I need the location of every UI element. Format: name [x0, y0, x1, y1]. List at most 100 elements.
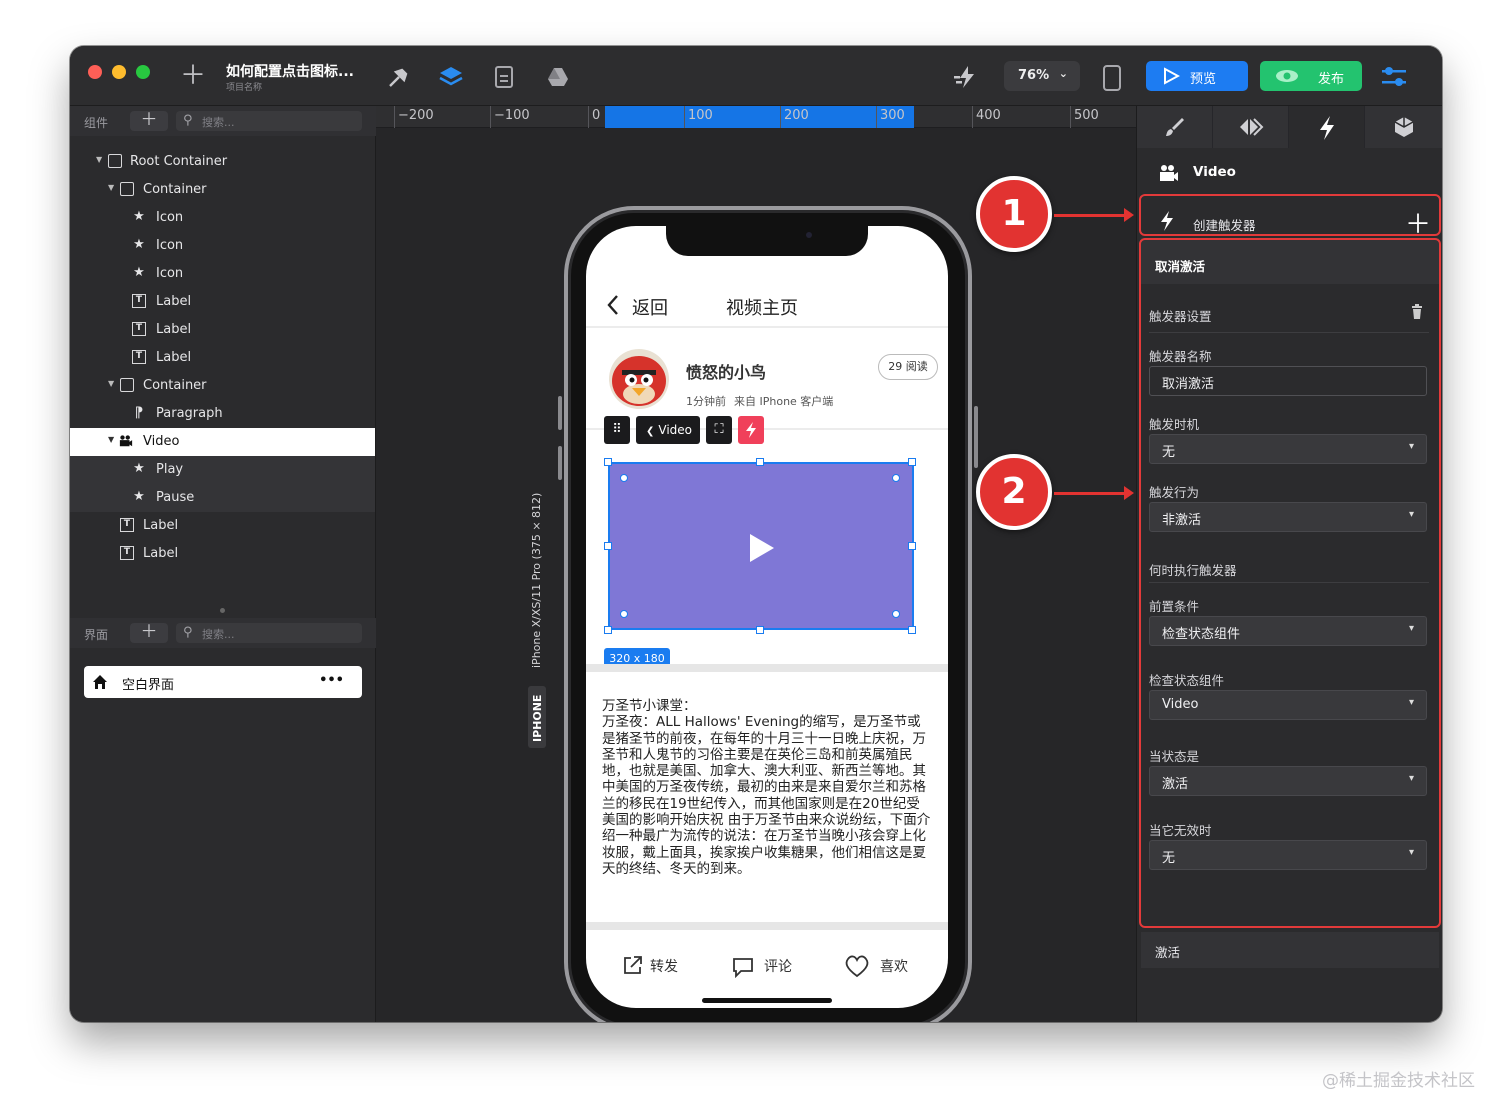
radius-handle[interactable] — [620, 474, 628, 482]
minimize-window-button[interactable] — [112, 65, 126, 79]
resize-handle[interactable] — [604, 626, 612, 634]
preview-button[interactable]: 预览 — [1146, 61, 1248, 91]
add-component-button[interactable]: ＋ — [130, 111, 168, 131]
resize-handle[interactable] — [908, 626, 916, 634]
device-badge-label: IPHONE — [531, 694, 544, 742]
like-button[interactable]: 喜欢 — [880, 956, 908, 976]
radius-handle[interactable] — [892, 474, 900, 482]
layers-icon[interactable] — [438, 64, 464, 90]
comment-button[interactable]: 评论 — [764, 956, 792, 976]
star-icon: ★ — [133, 265, 145, 280]
paragraph-icon: ⁋ — [134, 405, 144, 421]
heart-icon[interactable] — [844, 954, 870, 978]
comment-icon[interactable] — [732, 956, 754, 978]
chevron-left-icon: ❮ — [646, 426, 655, 437]
resize-handle[interactable] — [908, 542, 916, 550]
trigger-activate-header[interactable] — [1141, 932, 1439, 968]
resize-handle[interactable] — [220, 608, 225, 613]
text-box-icon: T — [120, 518, 134, 532]
fullscreen-icon[interactable]: ⛶ — [706, 416, 732, 444]
tab-interaction[interactable] — [1213, 106, 1289, 148]
zoom-value: 76% — [1018, 68, 1050, 83]
tab-style[interactable] — [1137, 106, 1213, 148]
annotation-box-1 — [1139, 194, 1441, 236]
components-label: 组件 — [84, 116, 109, 130]
more-icon[interactable]: ••• — [319, 673, 344, 688]
avatar[interactable] — [608, 348, 670, 410]
tree-item-label[interactable]: T Label — [70, 540, 375, 560]
brush-icon — [1165, 118, 1184, 136]
component-search-input[interactable]: ⚲ 搜索... — [176, 111, 362, 131]
zoom-select[interactable]: 76% ⌄ — [1004, 61, 1080, 91]
device-icon[interactable] — [1102, 64, 1122, 92]
page-search-input[interactable]: ⚲ 搜索... — [176, 623, 362, 643]
resize-handle[interactable] — [604, 542, 612, 550]
eye-icon — [1276, 70, 1298, 82]
video-camera-icon — [1160, 165, 1178, 181]
trigger-button[interactable] — [738, 416, 764, 444]
annotation-arrow-2 — [1054, 492, 1124, 495]
post-source: 来自 IPhone 客户端 — [734, 395, 834, 408]
home-icon — [93, 675, 107, 689]
annotation-arrowhead-2 — [1124, 486, 1134, 500]
radius-handle[interactable] — [892, 610, 900, 618]
drive-icon[interactable] — [546, 65, 570, 89]
add-icon[interactable]: ＋ — [180, 63, 206, 89]
video-component[interactable] — [608, 462, 914, 630]
document-icon[interactable] — [494, 65, 516, 89]
tree-item-icon[interactable]: ★ Icon — [70, 260, 375, 288]
chevron-left-icon[interactable] — [606, 294, 620, 316]
page-title: 视频主页 — [726, 298, 798, 319]
text-box-icon: T — [132, 322, 146, 336]
tree-item-icon[interactable]: ★ Icon — [70, 232, 375, 260]
sliders-icon[interactable] — [1380, 64, 1408, 90]
tab-triggers[interactable] — [1289, 106, 1365, 148]
zoom-window-button[interactable] — [136, 65, 150, 79]
tree-item-label[interactable]: T Label — [70, 512, 375, 540]
components-header: 组件 ＋ ⚲ 搜索... — [70, 106, 376, 136]
drag-handle-icon[interactable]: ⠿ — [604, 416, 630, 444]
star-icon: ★ — [133, 209, 145, 224]
lightning-icon — [746, 422, 756, 438]
resize-handle[interactable] — [756, 458, 764, 466]
tree-item-container[interactable]: ▼ Container — [70, 176, 375, 204]
resize-handle[interactable] — [908, 458, 916, 466]
tab-plugins[interactable] — [1365, 106, 1442, 148]
play-icon[interactable] — [746, 532, 776, 564]
tree-item-pause[interactable]: ★ Pause — [70, 484, 375, 512]
share-button[interactable]: 转发 — [650, 956, 678, 976]
add-page-button[interactable]: ＋ — [130, 623, 168, 643]
phone-button — [558, 396, 562, 430]
select-parent-button[interactable]: ❮ Video — [636, 416, 700, 444]
tree-item-icon[interactable]: ★ Icon — [70, 204, 375, 232]
trigger-activate-title[interactable]: 激活 — [1155, 942, 1180, 961]
annotation-arrowhead-1 — [1124, 208, 1134, 222]
star-icon: ★ — [133, 237, 145, 252]
lightning-icon — [1319, 116, 1334, 140]
tree-item-label[interactable]: T Label — [70, 288, 375, 316]
tree-item-video[interactable]: ▼ Video — [70, 428, 375, 456]
project-title[interactable]: 如何配置点击图标... — [226, 61, 354, 81]
back-button[interactable]: 返回 — [632, 294, 668, 320]
tree-item-label[interactable]: T Label — [70, 344, 375, 372]
page-item-blank[interactable]: 空白界面 ••• — [84, 666, 362, 698]
preview-label: 预览 — [1190, 72, 1217, 87]
app-window: ＋ 如何配置点击图标... 项目名称 76% ⌄ 预览 发布 组件 ＋ ⚲ 搜索..… — [70, 46, 1442, 1022]
tree-item-container[interactable]: ▼ Container — [70, 372, 375, 400]
radius-handle[interactable] — [620, 610, 628, 618]
tree-item-paragraph[interactable]: ⁋ Paragraph — [70, 400, 375, 428]
chevron-down-icon: ⌄ — [1058, 67, 1068, 80]
publish-button[interactable]: 发布 — [1260, 61, 1362, 91]
pages-header: 界面 ＋ ⚲ 搜索... — [70, 618, 376, 648]
resize-handle[interactable] — [756, 626, 764, 634]
tree-item-root-container[interactable]: ▼ Root Container — [70, 148, 375, 176]
hammer-icon[interactable] — [386, 66, 410, 90]
close-window-button[interactable] — [88, 65, 102, 79]
author-name[interactable]: 愤怒的小鸟 — [686, 359, 766, 383]
share-icon[interactable] — [622, 954, 644, 976]
lightning-toggle-icon[interactable] — [952, 64, 980, 90]
tree-item-play[interactable]: ★ Play — [70, 456, 375, 484]
resize-handle[interactable] — [604, 458, 612, 466]
tree-item-label[interactable]: T Label — [70, 316, 375, 344]
inspector-tabs — [1137, 106, 1442, 148]
